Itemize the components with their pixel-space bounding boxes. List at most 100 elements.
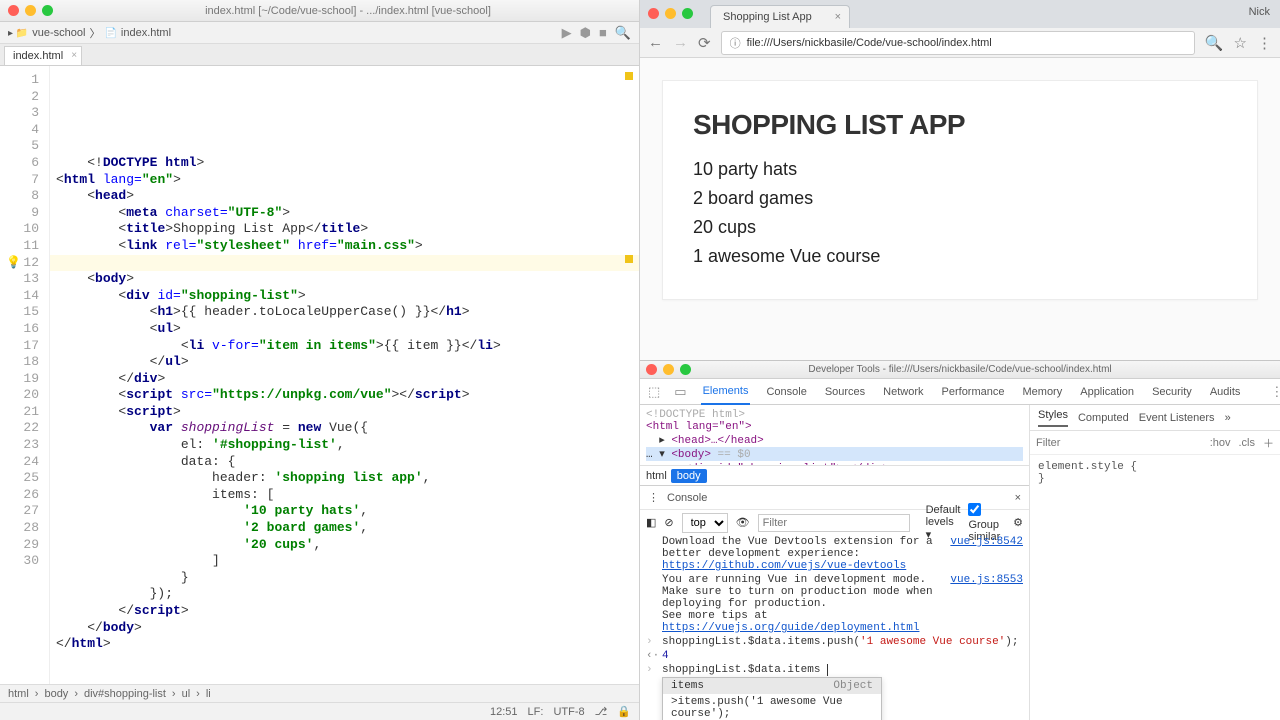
devtools-tab[interactable]: Elements [701, 379, 751, 405]
cls-toggle[interactable]: .cls [1239, 437, 1256, 449]
eye-icon[interactable]: 👁 [736, 516, 750, 529]
devtools-tabs: ⬚ ▭ Elements Console Sources Network Perform… [640, 379, 1280, 405]
elements-panel[interactable]: <!DOCTYPE html> <html lang="en"> ▸ <head… [640, 405, 1029, 465]
devtools-tab[interactable]: Sources [823, 380, 867, 404]
encoding: UTF-8 [553, 706, 584, 718]
run-icon[interactable]: ▶ [562, 25, 572, 41]
clear-icon[interactable]: ⊘ [664, 516, 673, 529]
code-area[interactable]: 💡 <!DOCTYPE html> <html lang="en"> <head… [50, 66, 639, 684]
search-icon[interactable]: 🔍 [615, 25, 631, 41]
list-item: 10 party hats [693, 155, 1227, 184]
close-icon[interactable]: × [835, 11, 841, 23]
crumb-body[interactable]: body [671, 469, 707, 483]
chevron-right-icon: 〉 [89, 25, 100, 41]
devtools-window: Developer Tools - file:///Users/nickbasi… [640, 360, 1280, 720]
info-icon[interactable] [730, 35, 741, 51]
editor-tab[interactable]: index.html × [4, 46, 82, 65]
add-rule-icon[interactable]: ＋ [1263, 435, 1274, 451]
ide-titlebar: index.html [~/Code/vue-school] - .../ind… [0, 0, 639, 22]
devtools-tab[interactable]: Audits [1208, 380, 1243, 404]
window-controls[interactable] [646, 364, 691, 375]
more-icon[interactable]: » [1225, 412, 1231, 424]
autocomplete-popup[interactable]: itemsObject>items.push('1 awesome Vue co… [662, 677, 882, 720]
shopping-list: 10 party hats2 board games20 cups1 aweso… [693, 155, 1227, 271]
close-icon[interactable]: × [71, 50, 77, 61]
devtools-tab[interactable]: Memory [1021, 380, 1065, 404]
close-icon[interactable]: × [1015, 492, 1021, 504]
browser-viewport: SHOPPING LIST APP 10 party hats2 board g… [640, 58, 1280, 360]
console-output[interactable]: Download the Vue Devtools extension for … [640, 535, 1029, 720]
context-select[interactable]: top [682, 513, 728, 533]
reload-button[interactable]: ⟳ [698, 34, 711, 52]
elements-line[interactable]: <html lang="en"> [646, 421, 752, 433]
code-editor[interactable]: 1234567891011121314151617181920212223242… [0, 66, 639, 684]
console-input-history: shoppingList.$data.items.push('1 awesome… [662, 636, 1023, 648]
devtools-tab[interactable]: Security [1150, 380, 1194, 404]
debug-icon[interactable]: ⬢ [580, 25, 591, 41]
address-bar[interactable]: file:///Users/nickbasile/Code/vue-school… [721, 31, 1195, 55]
inspect-icon[interactable]: ⬚ [648, 384, 660, 400]
warning-marker [625, 72, 633, 80]
ide-breadcrumb-bar: vue-school 〉 index.html ▶ ⬢ ■ 🔍 [0, 22, 639, 44]
line-ending: LF: [528, 706, 544, 718]
stop-icon[interactable]: ■ [599, 25, 607, 40]
profile-name[interactable]: Nick [1249, 6, 1270, 18]
style-rule[interactable]: element.style { } [1030, 455, 1280, 491]
browser-tab-bar: Shopping List App × Nick [640, 0, 1280, 28]
lock-icon: 🔒 [617, 705, 631, 718]
ide-status-bar: 12:51 LF: UTF-8 ⎇ 🔒 [0, 702, 639, 720]
elements-line[interactable]: <head>…</head> [671, 435, 763, 447]
line-gutter: 1234567891011121314151617181920212223242… [0, 66, 50, 684]
zoom-icon[interactable]: 🔍 [1205, 34, 1224, 52]
breadcrumb-folder[interactable]: vue-school [32, 27, 85, 39]
browser-tab-title: Shopping List App [723, 11, 812, 23]
console-toolbar: ◧ ⊘ top 👁 Default levels ▾ Group similar… [640, 509, 1029, 535]
elements-line[interactable]: <!DOCTYPE html> [646, 409, 1023, 421]
file-icon [104, 27, 116, 39]
lightbulb-icon[interactable]: 💡 [6, 255, 21, 272]
drawer-tab-console[interactable]: Console [667, 492, 707, 504]
devtools-tab[interactable]: Performance [940, 380, 1007, 404]
devtools-tab[interactable]: Application [1078, 380, 1136, 404]
subtab-styles[interactable]: Styles [1038, 409, 1068, 427]
console-filter[interactable] [758, 514, 910, 532]
device-icon[interactable]: ▭ [674, 384, 686, 400]
page-heading: SHOPPING LIST APP [693, 109, 1227, 141]
browser-window: Shopping List App × Nick ← → ⟳ file:///U… [640, 0, 1280, 360]
gear-icon[interactable]: ⚙ [1013, 516, 1023, 529]
devtools-titlebar: Developer Tools - file:///Users/nickbasi… [640, 361, 1280, 379]
menu-icon[interactable]: ⋮ [1257, 34, 1272, 52]
window-controls[interactable] [648, 8, 693, 19]
back-button[interactable]: ← [648, 34, 663, 51]
menu-icon[interactable]: ⋮ [1270, 384, 1280, 400]
subtab-listeners[interactable]: Event Listeners [1139, 412, 1215, 424]
star-icon[interactable]: ☆ [1234, 34, 1247, 52]
devtools-title: Developer Tools - file:///Users/nickbasi… [808, 364, 1111, 375]
elements-line[interactable]: <body> [671, 449, 711, 461]
browser-tab[interactable]: Shopping List App × [710, 5, 850, 28]
breadcrumb-file[interactable]: index.html [121, 27, 171, 39]
warning-marker [625, 255, 633, 263]
caret-position: 12:51 [490, 706, 518, 718]
ide-window-title: index.html [~/Code/vue-school] - .../ind… [65, 5, 631, 17]
window-controls[interactable] [8, 5, 53, 16]
sidebar-icon[interactable]: ◧ [646, 516, 656, 529]
git-icon[interactable]: ⎇ [595, 705, 608, 718]
crumb-html[interactable]: html [646, 470, 667, 482]
subtab-computed[interactable]: Computed [1078, 412, 1129, 424]
styles-filter[interactable] [1036, 437, 1202, 449]
devtools-tab[interactable]: Network [881, 380, 925, 404]
editor-tab-label: index.html [13, 50, 63, 62]
devtools-tab[interactable]: Console [764, 380, 808, 404]
styles-sidebar: Styles Computed Event Listeners » :hov .… [1030, 405, 1280, 720]
forward-button[interactable]: → [673, 34, 688, 51]
hov-toggle[interactable]: :hov [1210, 437, 1231, 449]
browser-toolbar: ← → ⟳ file:///Users/nickbasile/Code/vue-… [640, 28, 1280, 58]
console-input[interactable]: shoppingList.$data.items [662, 664, 1023, 676]
list-item: 2 board games [693, 184, 1227, 213]
ide-bottom-breadcrumb: html › body › div#shopping-list › ul › l… [0, 684, 639, 702]
url-text: file:///Users/nickbasile/Code/vue-school… [747, 37, 992, 49]
line-highlight [50, 255, 639, 272]
elements-breadcrumb: html body [640, 465, 1029, 485]
drawer-menu-icon[interactable]: ⋮ [648, 491, 659, 504]
